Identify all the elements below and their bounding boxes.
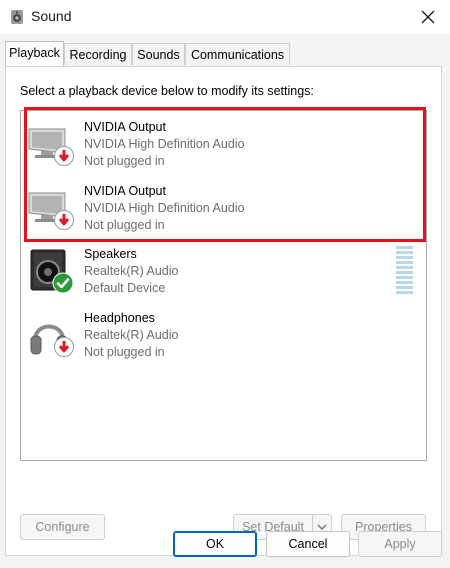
device-list[interactable]: NVIDIA Output NVIDIA High Definition Aud… xyxy=(20,110,427,461)
device-status: Not plugged in xyxy=(84,218,165,232)
close-icon xyxy=(421,10,435,24)
list-item[interactable]: Speakers Realtek(R) Audio Default Device xyxy=(21,242,426,304)
device-status: Default Device xyxy=(84,281,166,295)
device-status: Not plugged in xyxy=(84,154,165,168)
tab-communications[interactable]: Communications xyxy=(185,43,290,65)
device-driver: Realtek(R) Audio xyxy=(84,264,179,278)
device-status: Not plugged in xyxy=(84,345,165,359)
red-down-arrow-badge-icon xyxy=(54,337,74,357)
list-item[interactable]: Headphones Realtek(R) Audio Not plugged … xyxy=(21,306,426,368)
device-name: Headphones xyxy=(84,311,155,325)
device-driver: NVIDIA High Definition Audio xyxy=(84,137,245,151)
list-item[interactable]: NVIDIA Output NVIDIA High Definition Aud… xyxy=(21,115,426,177)
apply-button[interactable]: Apply xyxy=(358,531,442,557)
dialog-body: Playback Recording Sounds Communications… xyxy=(0,34,450,568)
volume-level-meter xyxy=(396,246,413,294)
device-name: Speakers xyxy=(84,247,137,261)
device-driver: Realtek(R) Audio xyxy=(84,328,179,342)
red-down-arrow-badge-icon xyxy=(54,146,74,166)
window-title: Sound xyxy=(31,8,72,24)
tab-recording[interactable]: Recording xyxy=(64,43,132,65)
green-check-badge-icon xyxy=(52,272,74,294)
chevron-down-icon xyxy=(317,524,327,530)
list-item[interactable]: NVIDIA Output NVIDIA High Definition Aud… xyxy=(21,179,426,241)
playback-panel: Select a playback device below to modify… xyxy=(5,66,442,556)
tab-sounds[interactable]: Sounds xyxy=(132,43,185,65)
speaker-icon xyxy=(11,10,23,24)
close-button[interactable] xyxy=(406,0,450,34)
cancel-button[interactable]: Cancel xyxy=(266,531,350,557)
ok-button[interactable]: OK xyxy=(173,531,257,557)
device-name: NVIDIA Output xyxy=(84,120,166,134)
device-driver: NVIDIA High Definition Audio xyxy=(84,201,245,215)
red-down-arrow-badge-icon xyxy=(54,210,74,230)
title-bar: Sound xyxy=(0,0,450,34)
tab-playback[interactable]: Playback xyxy=(5,41,64,66)
configure-button[interactable]: Configure xyxy=(20,514,105,540)
instruction-text: Select a playback device below to modify… xyxy=(20,84,314,98)
device-name: NVIDIA Output xyxy=(84,184,166,198)
